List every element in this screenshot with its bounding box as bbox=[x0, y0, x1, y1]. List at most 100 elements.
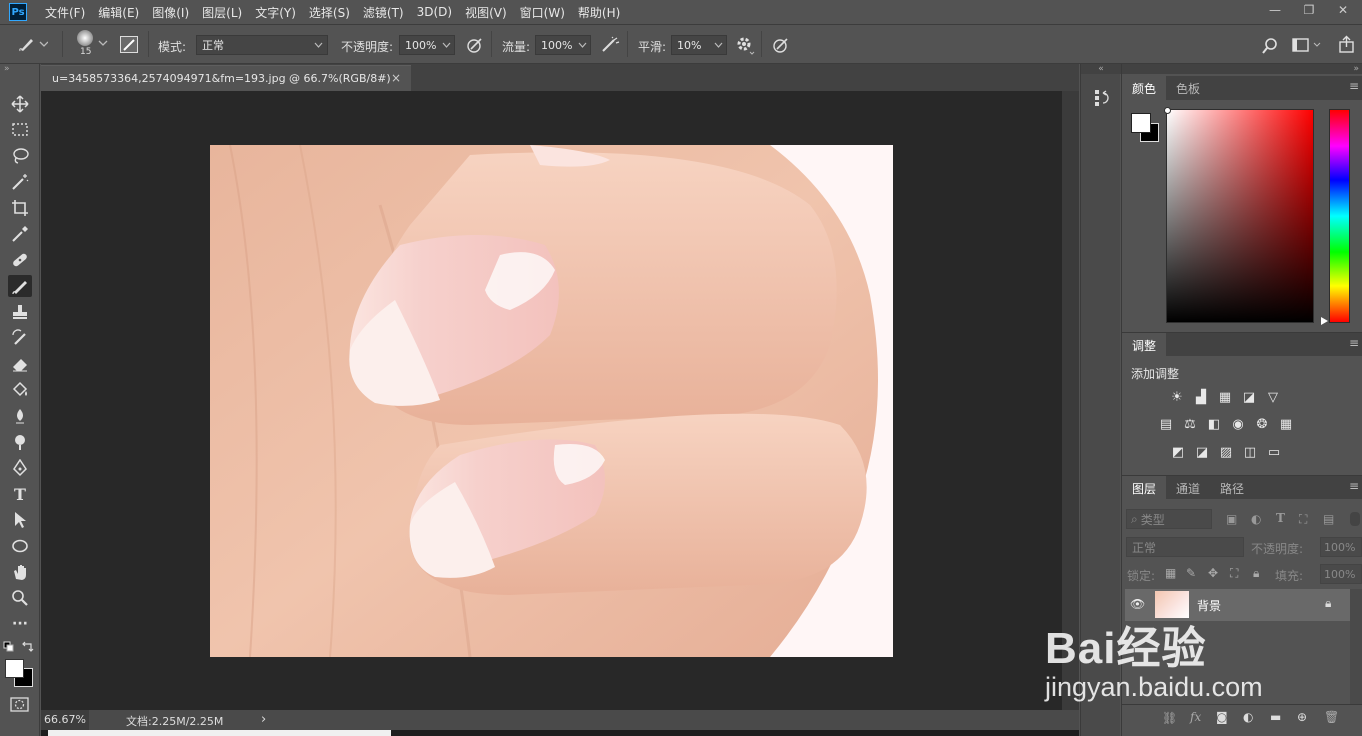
eye-visibility-icon[interactable]: 👁︎ bbox=[1130, 597, 1145, 611]
lock-artboard-icon[interactable]: ⛶ bbox=[1230, 566, 1238, 581]
more-tools-icon[interactable]: ··· bbox=[8, 613, 32, 635]
minimize-button[interactable]: — bbox=[1264, 3, 1286, 19]
color-lookup-icon[interactable]: ▦ bbox=[1278, 417, 1294, 432]
status-menu-arrow[interactable]: › bbox=[261, 712, 266, 727]
lasso-tool-icon[interactable] bbox=[8, 145, 32, 167]
mode-select[interactable]: 正常 bbox=[196, 35, 328, 55]
menu-image[interactable]: 图像(I) bbox=[152, 4, 189, 21]
type-tool-icon[interactable]: T bbox=[8, 483, 32, 505]
airbrush-icon[interactable] bbox=[600, 36, 620, 54]
history-brush-tool-icon[interactable] bbox=[8, 327, 32, 349]
workspace-icon[interactable] bbox=[1292, 38, 1322, 54]
black-white-icon[interactable]: ◧ bbox=[1206, 417, 1222, 432]
smoothing-input[interactable]: 10% bbox=[671, 35, 727, 55]
add-mask-icon[interactable]: ◙ bbox=[1216, 710, 1228, 724]
restore-button[interactable]: ❐ bbox=[1298, 3, 1320, 19]
gradient-map-icon[interactable]: ▭ bbox=[1266, 445, 1282, 460]
default-colors-icon[interactable] bbox=[3, 641, 17, 653]
brush-tip-icon[interactable] bbox=[77, 30, 93, 46]
zoom-level-field[interactable]: 66.67% bbox=[41, 710, 89, 730]
share-icon[interactable] bbox=[1338, 35, 1356, 53]
swap-colors-icon[interactable] bbox=[21, 640, 35, 652]
panel-menu-icon[interactable]: ≡ bbox=[1349, 336, 1359, 350]
brush-tool-icon[interactable] bbox=[8, 275, 32, 297]
exposure-icon[interactable]: ◪ bbox=[1241, 390, 1257, 405]
document-image[interactable] bbox=[210, 145, 893, 657]
crop-tool-icon[interactable] bbox=[8, 197, 32, 219]
quick-mask-icon[interactable] bbox=[10, 697, 30, 713]
tab-swatches[interactable]: 色板 bbox=[1166, 76, 1210, 100]
color-picker-handle[interactable] bbox=[1164, 107, 1171, 114]
path-selection-tool-icon[interactable] bbox=[8, 509, 32, 531]
curves-icon[interactable]: ▦ bbox=[1217, 390, 1233, 405]
color-panel-foreground-swatch[interactable] bbox=[1131, 113, 1151, 133]
eraser-tool-icon[interactable] bbox=[8, 353, 32, 375]
marquee-tool-icon[interactable] bbox=[8, 119, 32, 141]
layer-opacity-input[interactable]: 100% bbox=[1320, 537, 1362, 557]
blend-mode-select[interactable]: 正常 bbox=[1126, 537, 1244, 557]
opacity-input[interactable]: 100% bbox=[399, 35, 455, 55]
menu-help[interactable]: 帮助(H) bbox=[578, 4, 620, 21]
new-group-icon[interactable]: ▬ bbox=[1270, 710, 1281, 724]
expand-icon[interactable]: « bbox=[1081, 64, 1121, 74]
filter-toggle[interactable] bbox=[1350, 512, 1360, 526]
menu-filter[interactable]: 滤镜(T) bbox=[363, 4, 404, 21]
color-balance-icon[interactable]: ⚖ bbox=[1182, 417, 1198, 432]
menu-type[interactable]: 文字(Y) bbox=[255, 4, 296, 21]
posterize-icon[interactable]: ◪ bbox=[1194, 445, 1210, 460]
selective-color-icon[interactable]: ◫ bbox=[1242, 445, 1258, 460]
search-icon[interactable] bbox=[1262, 37, 1280, 55]
blur-tool-icon[interactable] bbox=[8, 405, 32, 427]
photo-filter-icon[interactable]: ◉ bbox=[1230, 417, 1246, 432]
zoom-tool-icon[interactable] bbox=[8, 587, 32, 609]
healing-brush-tool-icon[interactable] bbox=[8, 249, 32, 271]
lock-position-icon[interactable]: ✥ bbox=[1208, 566, 1218, 580]
fill-input[interactable]: 100% bbox=[1320, 564, 1362, 584]
menu-edit[interactable]: 编辑(E) bbox=[98, 4, 139, 21]
color-field[interactable] bbox=[1166, 109, 1314, 323]
hue-slider-handle-icon[interactable] bbox=[1321, 317, 1329, 325]
flow-input[interactable]: 100% bbox=[535, 35, 591, 55]
lock-all-icon[interactable]: 🔒︎ bbox=[1253, 566, 1259, 581]
tab-channels[interactable]: 通道 bbox=[1166, 476, 1210, 500]
lock-image-icon[interactable]: ✎ bbox=[1186, 566, 1196, 580]
pen-tool-icon[interactable] bbox=[8, 457, 32, 479]
pressure-size-icon[interactable] bbox=[771, 36, 791, 54]
close-window-button[interactable]: ✕ bbox=[1332, 3, 1354, 19]
delete-layer-icon[interactable]: 🗑︎ bbox=[1324, 710, 1339, 724]
threshold-icon[interactable]: ▨ bbox=[1218, 445, 1234, 460]
history-panel-icon[interactable] bbox=[1093, 88, 1111, 108]
new-layer-icon[interactable]: ⊕ bbox=[1297, 710, 1307, 724]
filter-shape-icon[interactable]: ⛶ bbox=[1299, 512, 1307, 527]
paint-bucket-tool-icon[interactable] bbox=[8, 379, 32, 401]
close-tab-icon[interactable]: × bbox=[391, 71, 401, 85]
hue-saturation-icon[interactable]: ▤ bbox=[1158, 417, 1174, 432]
tab-layers[interactable]: 图层 bbox=[1122, 476, 1167, 500]
filter-type-icon[interactable]: T bbox=[1276, 511, 1285, 525]
clone-stamp-tool-icon[interactable] bbox=[8, 301, 32, 323]
link-layers-icon[interactable]: ⛓ bbox=[1162, 711, 1177, 725]
foreground-color-swatch[interactable] bbox=[5, 659, 24, 678]
menu-file[interactable]: 文件(F) bbox=[45, 4, 85, 21]
tab-paths[interactable]: 路径 bbox=[1210, 476, 1254, 500]
filter-pixel-icon[interactable]: ▣ bbox=[1226, 512, 1237, 526]
menu-window[interactable]: 窗口(W) bbox=[520, 4, 565, 21]
brightness-icon[interactable]: ☀ bbox=[1169, 390, 1185, 405]
tab-adjustments[interactable]: 调整 bbox=[1122, 333, 1167, 357]
hue-slider[interactable] bbox=[1329, 109, 1350, 323]
menu-view[interactable]: 视图(V) bbox=[465, 4, 507, 21]
menu-select[interactable]: 选择(S) bbox=[309, 4, 350, 21]
pressure-opacity-icon[interactable] bbox=[465, 36, 485, 54]
panel-menu-icon[interactable]: ≡ bbox=[1349, 79, 1359, 93]
collapse-panels-icon[interactable]: » bbox=[1122, 64, 1362, 74]
move-tool-icon[interactable] bbox=[8, 93, 32, 115]
chevron-down-icon[interactable] bbox=[98, 39, 108, 47]
tab-color[interactable]: 颜色 bbox=[1122, 76, 1167, 100]
brush-panel-toggle-icon[interactable] bbox=[120, 36, 138, 53]
new-adjustment-icon[interactable]: ◐ bbox=[1243, 710, 1253, 724]
vibrance-icon[interactable]: ▽ bbox=[1265, 390, 1281, 405]
ellipse-tool-icon[interactable] bbox=[8, 535, 32, 557]
menu-3d[interactable]: 3D(D) bbox=[417, 5, 452, 19]
gear-icon[interactable] bbox=[735, 35, 755, 55]
invert-icon[interactable]: ◩ bbox=[1170, 445, 1186, 460]
